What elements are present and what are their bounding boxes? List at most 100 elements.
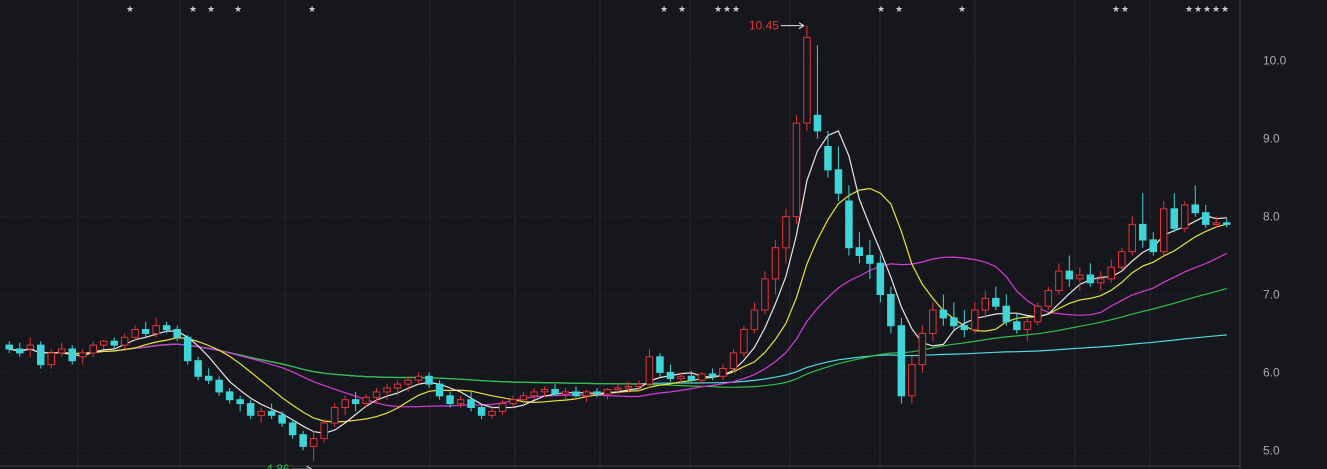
candle-body-up <box>561 391 570 395</box>
candle-body-down <box>16 348 24 354</box>
candle-body-down <box>477 407 486 416</box>
star-marker: ★ <box>1194 5 1202 15</box>
star-marker: ★ <box>958 5 966 15</box>
star-marker: ★ <box>723 5 731 15</box>
candle-body-down <box>824 146 832 171</box>
candle-body-up <box>719 368 727 377</box>
candle-body-up <box>330 407 339 424</box>
candle-body-up <box>908 364 916 397</box>
candle-body-up <box>750 309 759 331</box>
candle-body-up <box>582 391 591 397</box>
candle-body-up <box>1044 290 1053 307</box>
event-markers: ★ ★ ★ ★ ★ ★ ★ ★ ★ ★ ★ ★ ★ ★ ★ ★ ★ ★ ★ ★ <box>126 5 1229 15</box>
candle-body-down <box>246 403 255 416</box>
candle-body-down <box>446 395 454 405</box>
candle-body-up <box>89 344 97 354</box>
candle-body-up <box>414 375 423 381</box>
star-marker: ★ <box>660 5 668 15</box>
candle-body-down <box>1149 239 1157 253</box>
y-tick-label: 9.0 <box>1263 132 1280 146</box>
candle-body-up <box>509 399 517 405</box>
star-marker: ★ <box>1185 5 1193 15</box>
star-marker: ★ <box>1121 5 1129 15</box>
candle-body-up <box>488 410 496 416</box>
candlestick-chart: 5.06.07.08.09.010.0 ★ ★ ★ ★ ★ ★ ★ ★ ★ ★ ★ ★ ★ ★ ★ ★ ★ ★ ★ ★… <box>0 0 1287 469</box>
candle-body-down <box>351 399 360 405</box>
candle-body-up <box>635 383 643 387</box>
chart-grid <box>0 0 1241 469</box>
candle-body-up <box>918 332 927 366</box>
candle-body-down <box>236 399 244 405</box>
candle-body-down <box>1002 305 1011 323</box>
candle-body-up <box>100 340 108 346</box>
candle-body-down <box>1065 270 1074 280</box>
candle-body-down <box>1202 212 1210 225</box>
candle-body-up <box>47 352 55 366</box>
candle-body-up <box>603 389 612 395</box>
candle-body-down <box>687 375 696 381</box>
candle-body-down <box>110 340 118 346</box>
candle-body-up <box>530 391 538 397</box>
star-marker: ★ <box>877 5 885 15</box>
candle-body-down <box>225 391 234 401</box>
candle-body-up <box>1128 223 1136 253</box>
candle-body-down <box>1086 274 1095 284</box>
candle-body-down <box>425 375 433 385</box>
candle-body-up <box>383 387 391 393</box>
candle-body-down <box>173 329 181 338</box>
candle-body-down <box>5 344 13 350</box>
candle-body-up <box>498 403 507 412</box>
candle-body-down <box>992 297 1000 307</box>
candle-body-down <box>288 422 297 436</box>
low-price-label: 4.86 <box>266 462 290 469</box>
y-tick-label: 7.0 <box>1263 287 1280 301</box>
candle-body-down <box>960 325 969 331</box>
candle-body-down <box>656 356 664 373</box>
candle-body-up <box>131 329 139 338</box>
candle-body-down <box>950 317 958 327</box>
candle-body-down <box>467 399 475 409</box>
candle-body-up <box>372 391 381 398</box>
y-tick-label: 10.0 <box>1263 54 1287 68</box>
candle-body-down <box>1191 204 1199 214</box>
candle-body-up <box>929 309 937 335</box>
candle-body-up <box>79 352 87 358</box>
candle-body-down <box>708 373 717 377</box>
candle-body-up <box>309 438 318 447</box>
candle-body-up <box>341 399 349 409</box>
candle-body-down <box>939 309 948 319</box>
candle-body-down <box>37 344 45 366</box>
candle-body-up <box>120 336 129 346</box>
candle-body-up <box>540 389 549 393</box>
ma-line-cyan <box>9 334 1227 385</box>
candle-body-down <box>551 389 559 395</box>
star-marker: ★ <box>126 5 134 15</box>
candle-body-down <box>68 348 76 362</box>
star-marker: ★ <box>207 5 215 15</box>
star-marker: ★ <box>1112 5 1120 15</box>
candle-body-down <box>141 329 150 334</box>
candle-body-up <box>624 385 633 389</box>
candle-body-up <box>58 348 66 354</box>
candle-body-up <box>26 344 34 350</box>
candle-body-down <box>834 169 843 194</box>
candle-body-down <box>1170 208 1178 229</box>
candle-body-up <box>1107 266 1115 280</box>
candle-body-down <box>866 255 874 264</box>
star-marker: ★ <box>189 5 197 15</box>
star-marker: ★ <box>1221 5 1229 15</box>
candle-body-up <box>1023 321 1032 331</box>
candle-body-up <box>614 387 622 391</box>
candle-body-up <box>1034 305 1042 323</box>
y-tick-label: 8.0 <box>1263 210 1280 224</box>
candle-body-down <box>204 375 213 381</box>
candle-body-up <box>320 422 328 440</box>
candle-body-up <box>1055 270 1063 292</box>
high-price-label: 10.45 <box>749 19 779 33</box>
star-marker: ★ <box>895 5 903 15</box>
candle-body-up <box>981 297 990 311</box>
candle-body-down <box>194 360 202 377</box>
candle-body-down <box>1223 222 1231 225</box>
candle-body-up <box>257 410 265 416</box>
candle-body-up <box>771 247 780 280</box>
